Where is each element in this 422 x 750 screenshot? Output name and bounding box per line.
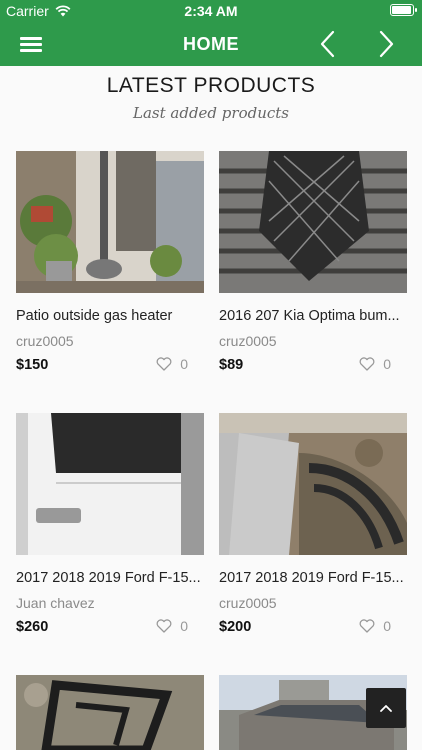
like-button[interactable]: 0 xyxy=(359,356,391,372)
product-name[interactable]: 2017 2018 2019 Ford F-15... xyxy=(219,570,407,586)
product-image[interactable] xyxy=(16,151,204,293)
like-button[interactable]: 0 xyxy=(359,618,391,634)
like-count: 0 xyxy=(180,356,188,372)
product-name[interactable]: 2017 2018 2019 Ford F-15... xyxy=(16,570,204,586)
product-seller[interactable]: cruz0005 xyxy=(219,333,277,349)
product-card[interactable]: 2017 2018 2019 Ford F-15... Juan chavez … xyxy=(16,413,204,643)
like-count: 0 xyxy=(383,356,391,372)
product-card[interactable] xyxy=(16,675,204,750)
product-price: $150 xyxy=(16,357,49,373)
product-price: $260 xyxy=(16,619,49,635)
product-seller[interactable]: cruz0005 xyxy=(219,595,277,611)
heart-icon xyxy=(156,357,172,371)
section-title: LATEST PRODUCTS xyxy=(106,74,316,97)
product-card[interactable]: 2016 207 Kia Optima bum... cruz0005 $89 … xyxy=(219,151,407,381)
heart-icon xyxy=(359,357,375,371)
battery-icon xyxy=(390,4,417,16)
like-button[interactable]: 0 xyxy=(156,618,188,634)
like-count: 0 xyxy=(180,618,188,634)
like-count: 0 xyxy=(383,618,391,634)
page-title: HOME xyxy=(183,34,239,54)
heart-icon xyxy=(359,619,375,633)
chevron-up-icon xyxy=(380,705,392,712)
product-image[interactable] xyxy=(16,413,204,555)
product-name[interactable]: Patio outside gas heater xyxy=(16,308,204,324)
product-price: $200 xyxy=(219,619,252,635)
heart-icon xyxy=(156,619,172,633)
product-price: $89 xyxy=(219,357,244,373)
section-subtitle: Last added products xyxy=(133,104,289,122)
product-card[interactable]: Patio outside gas heater cruz0005 $150 0 xyxy=(16,151,204,381)
product-image[interactable] xyxy=(219,151,407,293)
product-image[interactable] xyxy=(219,413,407,555)
product-card[interactable]: 2017 2018 2019 Ford F-15... cruz0005 $20… xyxy=(219,413,407,643)
status-time: 2:34 AM xyxy=(184,3,238,19)
chevron-left-icon[interactable] xyxy=(312,28,344,60)
status-bar: Carrier 2:34 AM xyxy=(0,0,422,22)
like-button[interactable]: 0 xyxy=(156,356,188,372)
product-name[interactable]: 2016 207 Kia Optima bum... xyxy=(219,308,407,324)
scroll-top-button[interactable] xyxy=(366,688,406,728)
product-seller[interactable]: Juan chavez xyxy=(16,595,95,611)
app-header: HOME xyxy=(0,22,422,66)
chevron-right-icon[interactable] xyxy=(370,28,402,60)
product-seller[interactable]: cruz0005 xyxy=(16,333,74,349)
product-image[interactable] xyxy=(16,675,204,750)
